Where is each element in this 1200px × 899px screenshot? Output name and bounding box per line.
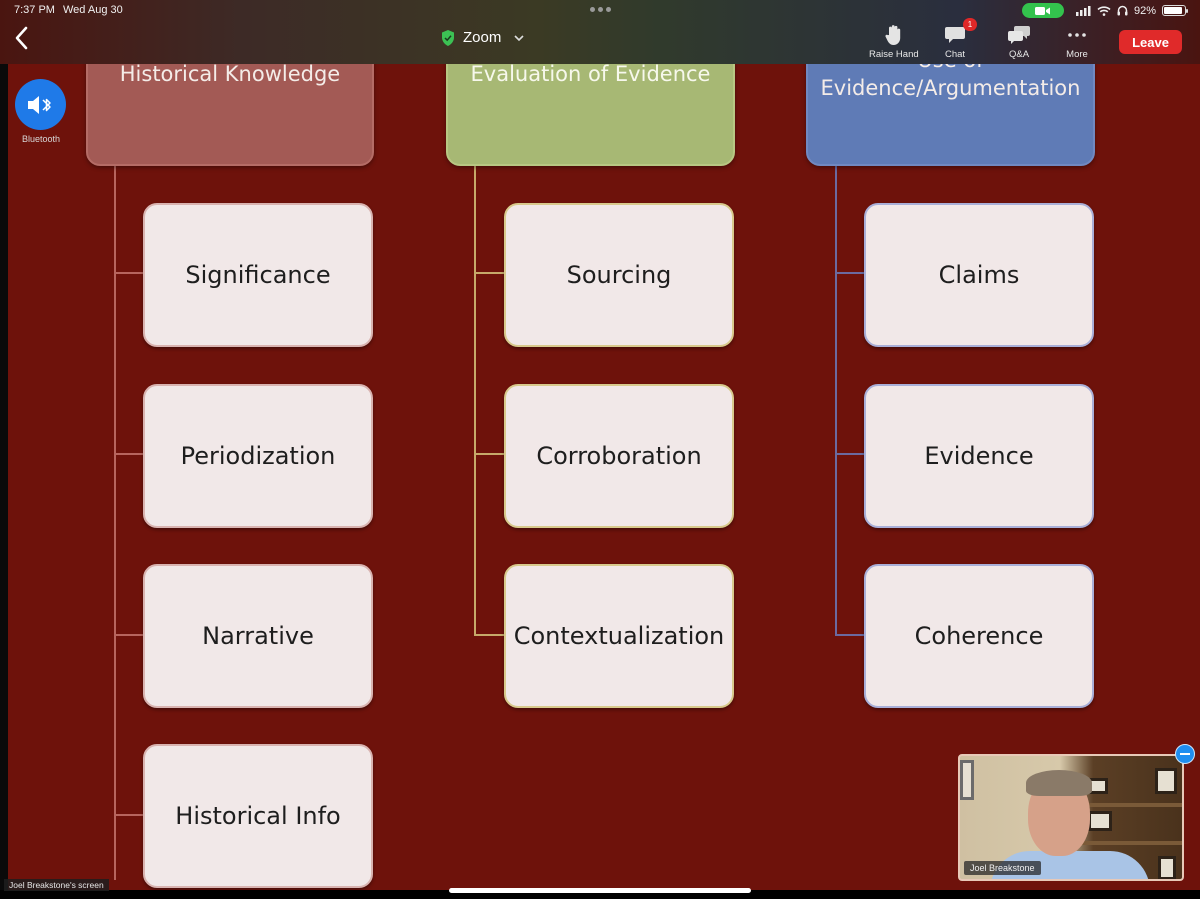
box-label: Narrative [202,622,314,650]
battery-percent: 92% [1133,4,1156,17]
connector-col1-item3 [114,634,144,636]
multitasking-handle[interactable] [590,7,611,12]
shelf-photo-frame [1158,856,1176,879]
speaker-bluetooth-icon [27,95,51,114]
box-coherence: Coherence [864,564,1094,708]
connector-col1-item4 [114,814,144,816]
connector-col1-item2 [114,453,144,455]
participant-hair [1026,770,1092,796]
box-historical-info: Historical Info [143,744,373,888]
chat-unread-badge: 1 [963,18,977,31]
box-label: Corroboration [536,442,702,470]
connector-col3-item2 [835,453,865,455]
cellular-signal-icon [1075,5,1091,16]
header-text: Evaluation of Evidence [470,62,711,86]
more-label: More [1066,49,1088,60]
box-significance: Significance [143,203,373,347]
qa-label: Q&A [1008,49,1030,60]
more-button[interactable]: More [1066,24,1088,60]
hand-icon [885,25,901,45]
box-label: Historical Info [175,802,341,830]
chevron-left-icon [15,26,28,50]
wifi-icon [1097,5,1111,16]
box-label: Periodization [180,442,336,470]
box-evidence: Evidence [864,384,1094,528]
box-label: Sourcing [566,261,672,289]
participant-video-thumbnail[interactable]: Joel Breakstone [958,754,1184,881]
home-indicator[interactable] [449,888,751,893]
camera-in-use-indicator [1021,3,1064,18]
box-claims: Claims [864,203,1094,347]
connector-col2-item3 [474,634,504,636]
more-dots-icon [1068,33,1086,37]
box-sourcing: Sourcing [504,203,734,347]
meeting-toolbar: 7:37 PM Wed Aug 30 Zoom 92% Raise Hand 1… [0,0,1200,64]
header-text: Historical Knowledge [119,62,341,86]
wall-picture-frame [960,760,974,800]
left-gutter [0,64,8,890]
status-date: Wed Aug 30 [63,4,123,16]
minus-icon [1180,753,1190,755]
connector-col3-vertical [835,166,837,636]
bookshelf-shelf [1080,803,1182,807]
chevron-down-icon [514,34,524,41]
shield-check-icon [442,29,454,46]
shelf-photo-frame [1088,811,1112,831]
box-contextualization: Contextualization [504,564,734,708]
battery-icon [1162,5,1188,16]
status-time: 7:37 PM [14,4,55,16]
meeting-title: Zoom [463,29,502,46]
meeting-title-button[interactable]: Zoom [441,29,525,46]
back-button[interactable] [12,25,32,51]
qa-bubbles-icon [1008,26,1030,44]
bookshelf-shelf [1080,841,1182,845]
leave-button[interactable]: Leave [1119,30,1182,54]
headphones-icon [1117,5,1128,16]
audio-bluetooth-button[interactable] [15,79,66,130]
connector-col1-item1 [114,272,144,274]
minimize-video-button[interactable] [1175,744,1195,764]
audio-bluetooth-label: Bluetooth [21,134,61,144]
video-camera-icon [1034,6,1050,15]
shelf-photo-frame [1155,768,1177,794]
box-label: Evidence [924,442,1034,470]
raise-hand-label: Raise Hand [869,49,919,60]
connector-col2-item1 [474,272,504,274]
chat-label: Chat [944,49,966,60]
participant-name-tag: Joel Breakstone [964,861,1041,875]
box-label: Claims [938,261,1020,289]
status-indicators: 92% [1021,3,1188,18]
header-text-line2: Evidence/Argumentation [820,76,1081,100]
shared-screen-label: Joel Breakstone's screen [4,879,109,891]
box-label: Coherence [914,622,1044,650]
connector-col3-item1 [835,272,865,274]
chat-button[interactable]: 1 Chat [944,18,977,60]
box-label: Significance [185,261,331,289]
box-label: Contextualization [513,622,725,650]
box-narrative: Narrative [143,564,373,708]
qa-button[interactable]: Q&A [1007,24,1031,60]
raise-hand-button[interactable]: Raise Hand [869,24,919,60]
box-periodization: Periodization [143,384,373,528]
connector-col2-vertical [474,166,476,636]
box-corroboration: Corroboration [504,384,734,528]
connector-col3-item3 [835,634,865,636]
connector-col2-item2 [474,453,504,455]
